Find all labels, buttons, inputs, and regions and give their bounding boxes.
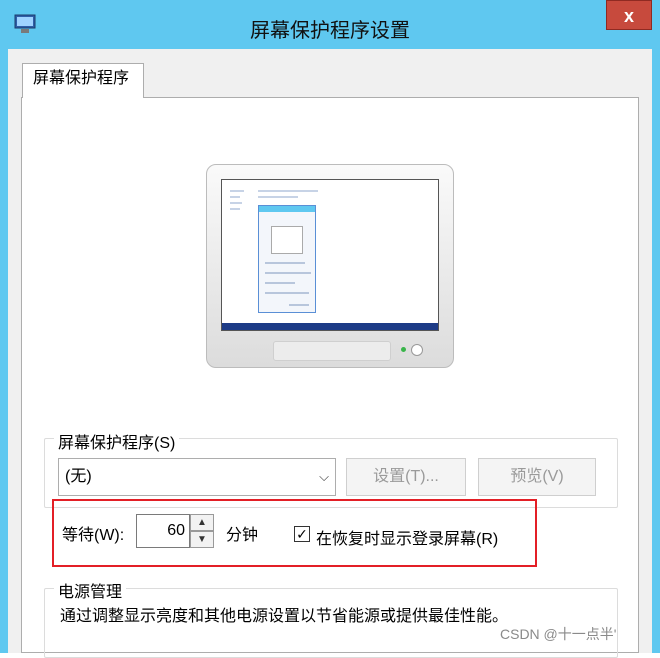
preview-screen — [221, 179, 439, 331]
tab-screensaver[interactable]: 屏幕保护程序 — [22, 63, 144, 98]
power-description: 通过调整显示亮度和其他电源设置以节省能源或提供最佳性能。 — [60, 608, 509, 625]
chevron-down-icon: ⌵ — [319, 469, 329, 484]
preview-button[interactable]: 预览(V) — [478, 458, 596, 496]
preview-taskbar — [222, 323, 438, 330]
preview-dialog-line — [265, 282, 295, 284]
power-led-icon — [401, 347, 406, 352]
monitor-preview — [206, 164, 454, 368]
screensaver-select-value: (无) — [65, 468, 92, 485]
monitor-bezel — [273, 341, 391, 361]
preview-dialog-line — [289, 304, 309, 306]
window-title: 屏幕保护程序设置 — [250, 20, 410, 42]
screensaver-select[interactable]: (无) ⌵ — [58, 458, 336, 496]
preview-sidebar-line — [230, 202, 242, 204]
preview-dialog — [258, 205, 316, 313]
preview-sidebar-line — [230, 208, 240, 210]
watermark: CSDN @十一点半' — [500, 626, 617, 642]
preview-dialog-line — [265, 292, 309, 294]
preview-sidebar-line — [230, 190, 244, 192]
close-button[interactable]: x — [606, 0, 652, 30]
preview-header-line — [258, 196, 298, 198]
settings-button[interactable]: 设置(T)... — [346, 458, 466, 496]
screensaver-group-label: 屏幕保护程序(S) — [54, 429, 180, 453]
preview-dialog-line — [265, 262, 305, 264]
power-button-icon — [411, 344, 423, 356]
highlight-box — [52, 499, 537, 567]
title-bar: 屏幕保护程序设置 x — [0, 0, 660, 49]
preview-dialog-line — [265, 272, 311, 274]
power-group-label: 电源管理 — [54, 578, 127, 602]
preview-header-line — [258, 190, 318, 192]
preview-mini-monitor — [271, 226, 303, 254]
preview-sidebar-line — [230, 196, 240, 198]
